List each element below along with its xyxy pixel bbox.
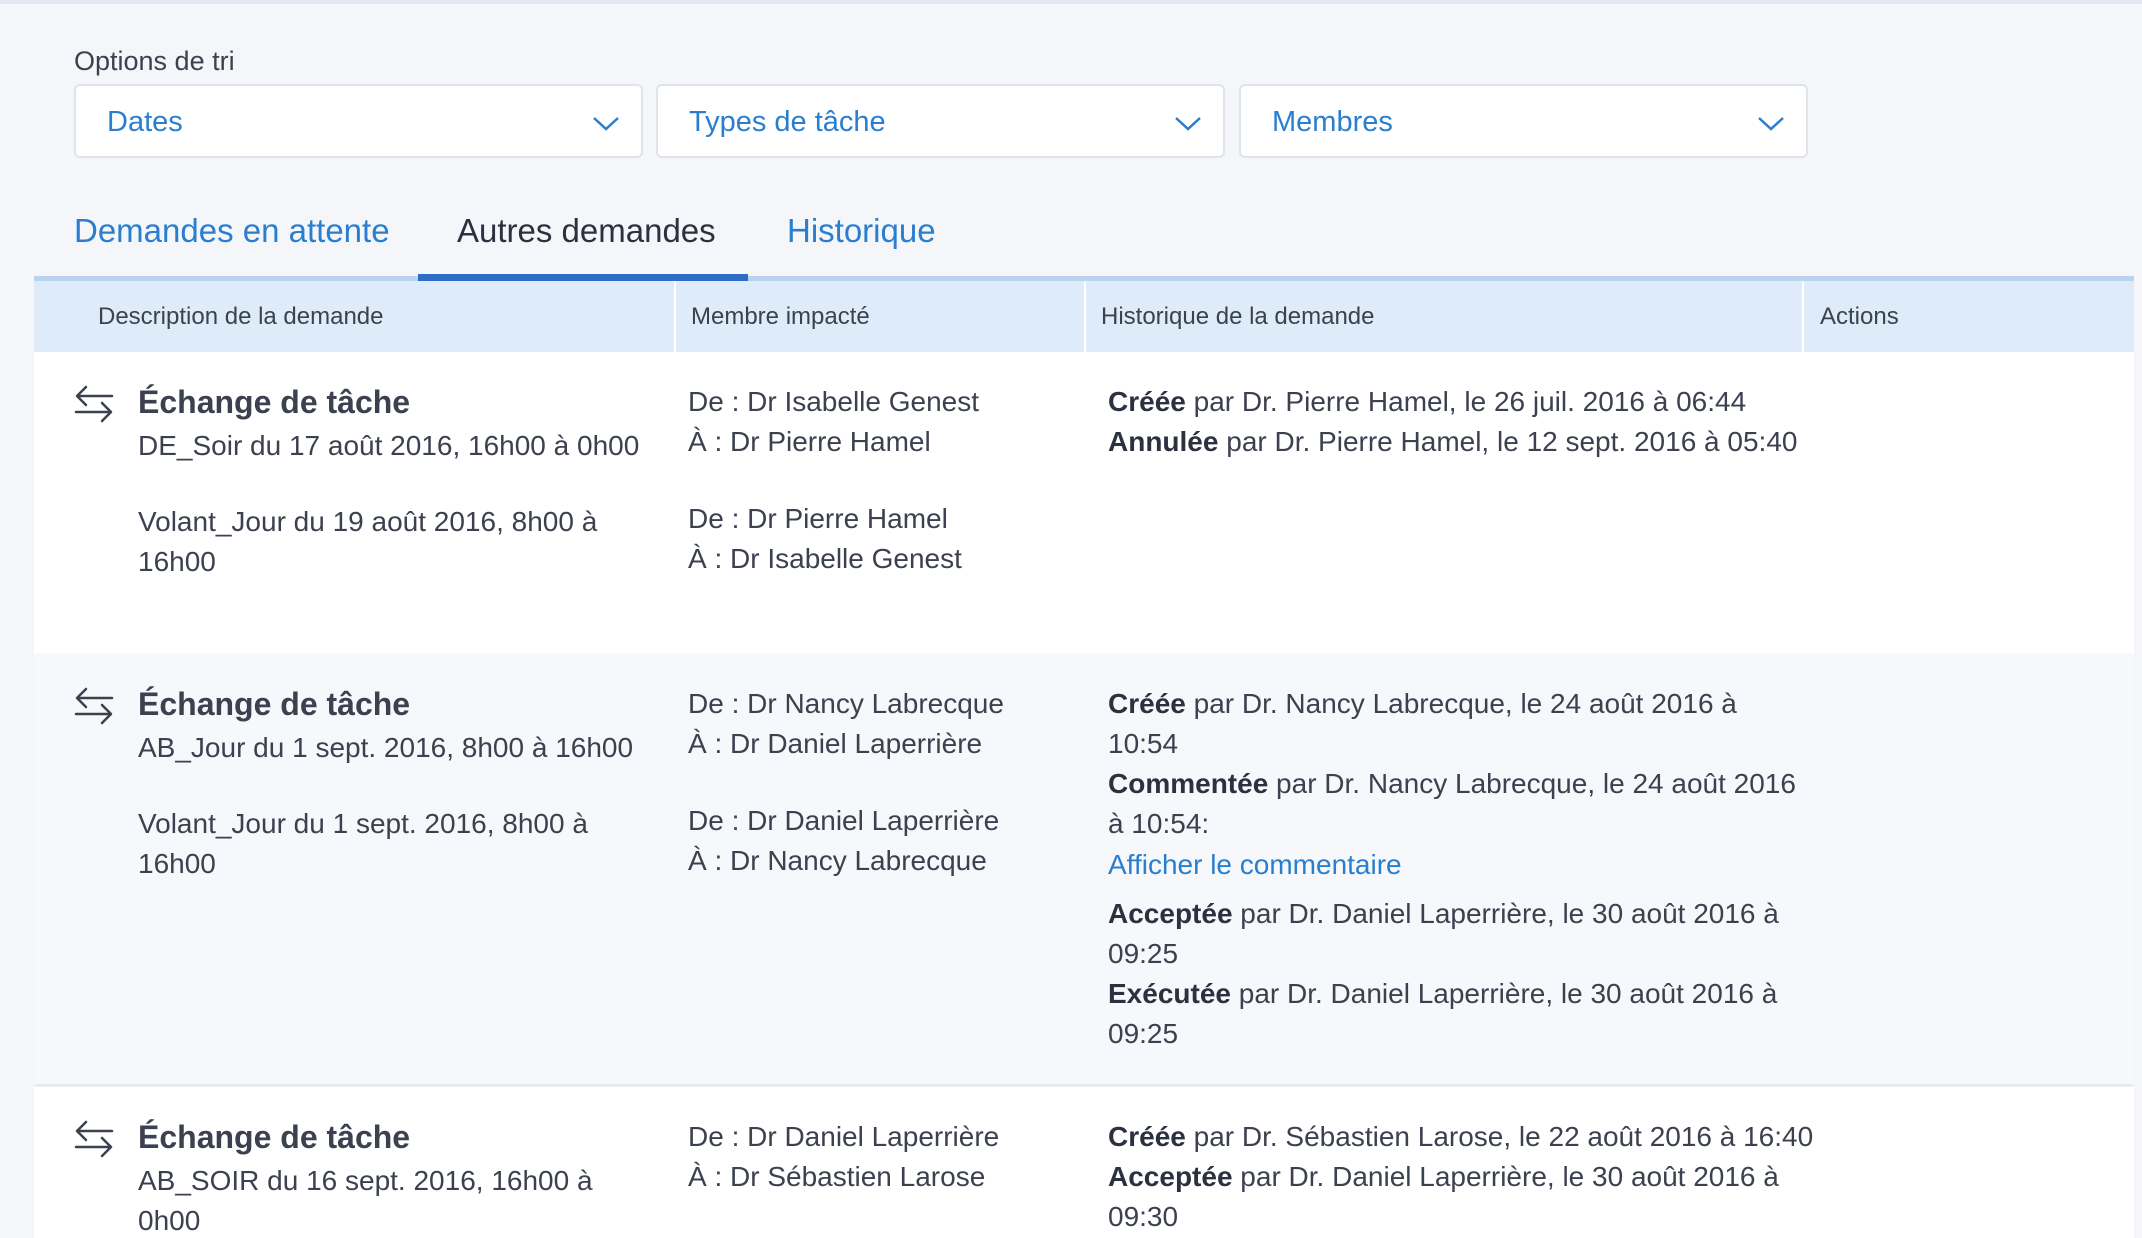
table-row: Échange de tâche DE_Soir du 17 août 2016… xyxy=(34,352,2134,654)
history-entry-cont: 09:30 xyxy=(1108,1201,1179,1232)
history-entry: Commentée par Dr. Nancy Labrecque, le 24… xyxy=(1108,764,1828,804)
member-to: À : Dr Isabelle Genest xyxy=(688,543,962,574)
request-task: AB_Jour du 1 sept. 2016, 8h00 à 16h00 xyxy=(138,732,634,763)
history-entry: Annulée par Dr. Pierre Hamel, le 12 sept… xyxy=(1108,422,1828,462)
tab-history[interactable]: Historique xyxy=(787,212,936,250)
history-detail: par Dr. Daniel Laperrière, le 30 août 20… xyxy=(1230,978,1778,1009)
dates-select[interactable]: Dates xyxy=(74,84,643,158)
active-tab-indicator xyxy=(418,274,748,281)
members-select[interactable]: Membres xyxy=(1239,84,1808,158)
history-entry-cont: 09:25 xyxy=(1108,1018,1179,1049)
chevron-down-icon xyxy=(1758,117,1784,131)
history-entry: Créée par Dr. Sébastien Larose, le 22 ao… xyxy=(1108,1117,1828,1157)
column-divider xyxy=(1802,281,1804,352)
history-entry: Acceptée par Dr. Daniel Laperrière, le 3… xyxy=(1108,1157,1828,1197)
members-select-value: Membres xyxy=(1272,106,1393,138)
member-from: De : Dr Isabelle Genest xyxy=(688,386,980,417)
chevron-down-icon xyxy=(1175,117,1201,131)
member-from: De : Dr Daniel Laperrière xyxy=(688,1121,1000,1152)
request-task: AB_SOIR du 16 sept. 2016, 16h00 à xyxy=(138,1165,593,1196)
history-detail: par Dr. Nancy Labrecque, le 24 août 2016 xyxy=(1268,768,1796,799)
request-task: 16h00 xyxy=(138,848,216,879)
request-type: Échange de tâche xyxy=(138,384,411,420)
history-detail: par Dr. Sébastien Larose, le 22 août 201… xyxy=(1185,1121,1814,1152)
show-comment-link[interactable]: Afficher le commentaire xyxy=(1108,849,1402,881)
history-action: Créée xyxy=(1108,1121,1186,1152)
history-action: Créée xyxy=(1108,386,1186,417)
history-entry: Créée par Dr. Pierre Hamel, le 26 juil. … xyxy=(1108,382,1828,422)
column-divider xyxy=(674,281,676,352)
request-task: Volant_Jour du 1 sept. 2016, 8h00 à xyxy=(138,808,588,839)
column-header-history: Historique de la demande xyxy=(1101,303,1375,330)
history-action: Créée xyxy=(1108,688,1186,719)
request-task: DE_Soir du 17 août 2016, 16h00 à 0h00 xyxy=(138,430,640,461)
table-header: Description de la demande Membre impacté… xyxy=(34,281,2134,352)
task-types-select[interactable]: Types de tâche xyxy=(656,84,1225,158)
tab-pending-requests[interactable]: Demandes en attente xyxy=(74,212,390,250)
task-types-select-value: Types de tâche xyxy=(689,106,886,138)
history-action: Exécutée xyxy=(1108,978,1231,1009)
member-from: De : Dr Daniel Laperrière xyxy=(688,805,1000,836)
request-task: 16h00 xyxy=(138,546,216,577)
tabs-bar: Demandes en attente Autres demandes Hist… xyxy=(0,200,2142,282)
member-from: De : Dr Pierre Hamel xyxy=(688,503,948,534)
member-from: De : Dr Nancy Labrecque xyxy=(688,688,1004,719)
history-detail: par Dr. Daniel Laperrière, le 30 août 20… xyxy=(1232,1161,1779,1192)
request-task: 0h00 xyxy=(138,1205,201,1236)
request-type: Échange de tâche xyxy=(138,686,411,722)
history-entry-cont: 09:25 xyxy=(1108,938,1179,969)
column-header-description: Description de la demande xyxy=(98,303,384,330)
table-row: Échange de tâche AB_SOIR du 16 sept. 201… xyxy=(34,1087,2134,1238)
member-to: À : Dr Nancy Labrecque xyxy=(688,845,987,876)
sort-options-label: Options de tri xyxy=(74,46,235,76)
history-action: Commentée xyxy=(1108,768,1269,799)
top-border xyxy=(0,0,2142,4)
table-row: Échange de tâche AB_Jour du 1 sept. 2016… xyxy=(34,654,2134,1084)
history-action: Annulée xyxy=(1108,426,1219,457)
chevron-down-icon xyxy=(593,117,619,131)
history-action: Acceptée xyxy=(1108,1161,1233,1192)
member-to: À : Dr Daniel Laperrière xyxy=(688,728,983,759)
column-divider xyxy=(1084,281,1086,352)
history-detail: par Dr. Daniel Laperrière, le 30 août 20… xyxy=(1232,898,1779,929)
swap-arrows-icon xyxy=(74,1120,114,1158)
member-to: À : Dr Sébastien Larose xyxy=(688,1161,986,1192)
request-task: Volant_Jour du 19 août 2016, 8h00 à xyxy=(138,506,598,537)
history-action: Acceptée xyxy=(1108,898,1233,929)
history-entry-cont: à 10:54: xyxy=(1108,808,1210,839)
history-entry-cont: 10:54 xyxy=(1108,728,1179,759)
history-detail: par Dr. Nancy Labrecque, le 24 août 2016… xyxy=(1185,688,1737,719)
tab-other-requests[interactable]: Autres demandes xyxy=(457,212,716,250)
request-type: Échange de tâche xyxy=(138,1119,411,1155)
swap-arrows-icon xyxy=(74,687,114,725)
history-entry: Exécutée par Dr. Daniel Laperrière, le 3… xyxy=(1108,974,1828,1014)
history-entry: Acceptée par Dr. Daniel Laperrière, le 3… xyxy=(1108,894,1828,934)
swap-arrows-icon xyxy=(74,385,114,423)
column-header-actions: Actions xyxy=(1820,303,1899,330)
column-header-member: Membre impacté xyxy=(691,303,870,330)
member-to: À : Dr Pierre Hamel xyxy=(688,426,931,457)
history-detail: par Dr. Pierre Hamel, le 26 juil. 2016 à… xyxy=(1185,386,1747,417)
dates-select-value: Dates xyxy=(107,106,183,138)
requests-table: Description de la demande Membre impacté… xyxy=(34,281,2134,1238)
history-detail: par Dr. Pierre Hamel, le 12 sept. 2016 à… xyxy=(1218,426,1798,457)
history-entry: Créée par Dr. Nancy Labrecque, le 24 aoû… xyxy=(1108,684,1828,724)
